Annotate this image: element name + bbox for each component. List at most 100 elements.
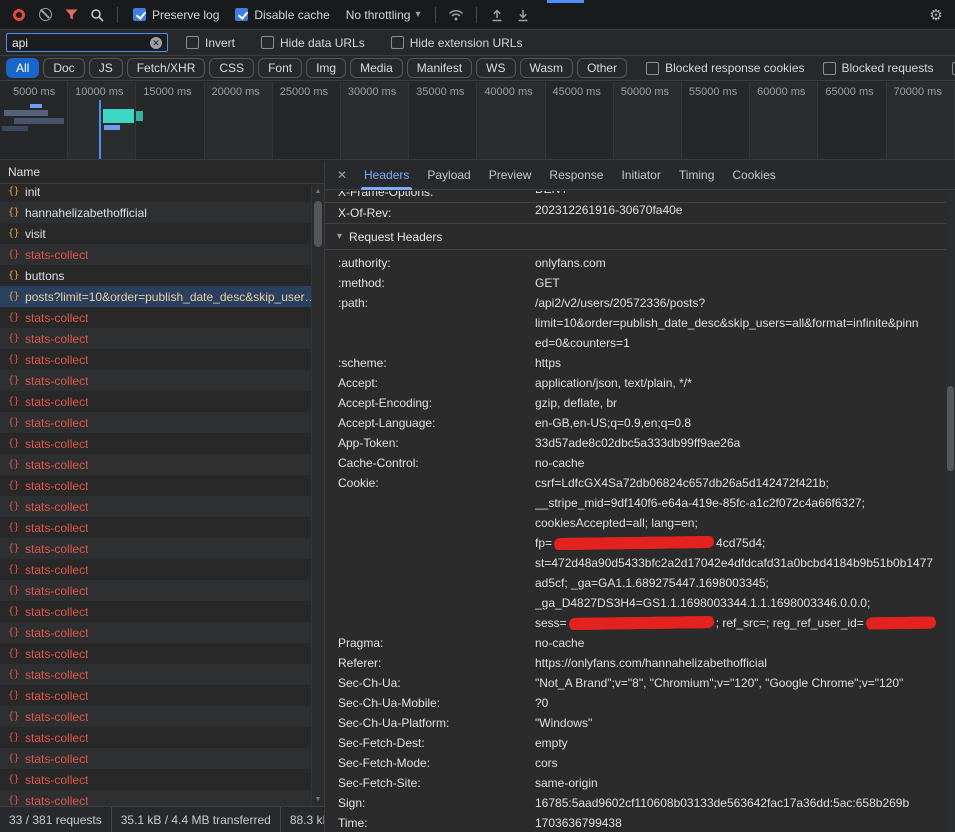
request-list-scrollbar[interactable]: ▲ ▼ (311, 185, 324, 806)
request-name: stats-collect (25, 500, 88, 514)
type-filter-wasm[interactable]: Wasm (520, 58, 574, 78)
type-filter-font[interactable]: Font (258, 58, 302, 78)
request-row[interactable]: {}stats-collect (0, 496, 311, 517)
tab-initiator[interactable]: Initiator (612, 161, 669, 190)
checkbox-unchecked-icon (646, 62, 659, 75)
header-name: X-Frame-Options: (325, 191, 535, 202)
request-row[interactable]: {}stats-collect (0, 433, 311, 454)
request-row[interactable]: {}stats-collect (0, 412, 311, 433)
header-value-line: cookiesAccepted=all; lang=en; (535, 513, 946, 533)
header-value-text: "Not_A Brand";v="8", "Chromium";v="120",… (535, 676, 903, 690)
request-row[interactable]: {}stats-collect (0, 769, 311, 790)
filter-checkbox-blocked-requests[interactable]: Blocked requests (823, 61, 934, 75)
details-scrollbar[interactable] (946, 191, 955, 832)
type-filter-img[interactable]: Img (306, 58, 346, 78)
timeline-column: 40000 ms (477, 82, 545, 159)
request-row[interactable]: {}stats-collect (0, 580, 311, 601)
request-row[interactable]: {}stats-collect (0, 643, 311, 664)
filter-toggle-button[interactable] (58, 3, 84, 27)
type-filter-js[interactable]: JS (89, 58, 123, 78)
type-filter-ws[interactable]: WS (476, 58, 515, 78)
search-button[interactable] (84, 3, 110, 27)
request-row[interactable]: {}hannahelizabethofficial (0, 202, 311, 223)
request-row[interactable]: {}stats-collect (0, 685, 311, 706)
request-name: stats-collect (25, 311, 88, 325)
filter-checkbox-blocked-response-cookies[interactable]: Blocked response cookies (646, 61, 804, 75)
tab-headers[interactable]: Headers (355, 161, 418, 190)
failed-request-icon: {} (8, 375, 19, 386)
clear-filter-icon[interactable]: ✕ (150, 37, 162, 49)
transferred-size: 35.1 kB / 4.4 MB transferred (112, 807, 281, 832)
request-row[interactable]: {}stats-collect (0, 370, 311, 391)
header-value-line: empty (535, 733, 946, 753)
tab-cookies[interactable]: Cookies (723, 161, 784, 190)
hide-data-urls-checkbox[interactable]: Hide data URLs (261, 36, 365, 50)
tab-timing[interactable]: Timing (670, 161, 724, 190)
request-name: stats-collect (25, 437, 88, 451)
clear-network-log-button[interactable] (32, 3, 58, 27)
request-headers-section-header[interactable]: ▾ Request Headers (325, 224, 946, 250)
request-name: stats-collect (25, 458, 88, 472)
name-column-header[interactable]: Name (0, 161, 324, 184)
checkbox-checked-icon (235, 8, 248, 21)
request-row[interactable]: {}stats-collect (0, 664, 311, 685)
request-row[interactable]: {}stats-collect (0, 475, 311, 496)
request-row[interactable]: {}visit (0, 223, 311, 244)
throttling-dropdown[interactable]: No throttling ▾ (346, 8, 421, 22)
request-row[interactable]: {}init (0, 185, 311, 202)
export-har-button[interactable] (510, 3, 536, 27)
type-filter-doc[interactable]: Doc (43, 58, 84, 78)
disable-cache-checkbox[interactable]: Disable cache (235, 8, 329, 22)
request-row[interactable]: {}stats-collect (0, 517, 311, 538)
filter-checkbox-3rd-party-requests[interactable]: 3rd-party requests (952, 61, 955, 75)
hide-extension-urls-checkbox[interactable]: Hide extension URLs (391, 36, 523, 50)
request-row[interactable]: {}stats-collect (0, 601, 311, 622)
header-value-text: "Windows" (535, 716, 592, 730)
type-filter-media[interactable]: Media (350, 58, 403, 78)
header-value-text: same-origin (535, 776, 598, 790)
type-filter-all[interactable]: All (6, 58, 39, 78)
request-row[interactable]: {}stats-collect (0, 244, 311, 265)
type-filter-fetch-xhr[interactable]: Fetch/XHR (127, 58, 206, 78)
scrollbar-thumb[interactable] (314, 201, 322, 247)
timeline-column: 45000 ms (546, 82, 614, 159)
gear-icon: ⚙ (929, 6, 942, 24)
close-details-icon[interactable]: ✕ (329, 168, 355, 182)
type-filter-manifest[interactable]: Manifest (407, 58, 472, 78)
record-network-log-button[interactable] (6, 3, 32, 27)
tab-response[interactable]: Response (540, 161, 612, 190)
request-row[interactable]: {}posts?limit=10&order=publish_date_desc… (0, 286, 311, 307)
request-row[interactable]: {}stats-collect (0, 727, 311, 748)
timeline-tick-label: 40000 ms (484, 86, 532, 98)
type-filter-other[interactable]: Other (577, 58, 627, 78)
network-filter-input[interactable]: api ✕ (6, 33, 168, 52)
import-har-button[interactable] (484, 3, 510, 27)
request-row[interactable]: {}stats-collect (0, 307, 311, 328)
type-filter-css[interactable]: CSS (209, 58, 254, 78)
header-value-text: ad5cf; _ga=GA1.1.689275447.1698003345; (535, 576, 769, 590)
tab-payload[interactable]: Payload (418, 161, 479, 190)
failed-request-icon: {} (8, 690, 19, 701)
request-row[interactable]: {}stats-collect (0, 538, 311, 559)
timeline-column: 15000 ms (136, 82, 204, 159)
scrollbar-thumb[interactable] (947, 386, 954, 471)
request-row[interactable]: {}stats-collect (0, 391, 311, 412)
request-row[interactable]: {}stats-collect (0, 706, 311, 727)
tab-preview[interactable]: Preview (480, 161, 541, 190)
scroll-down-icon[interactable]: ▼ (312, 796, 324, 803)
failed-request-icon: {} (8, 648, 19, 659)
request-row[interactable]: {}stats-collect (0, 559, 311, 580)
request-row[interactable]: {}stats-collect (0, 748, 311, 769)
preserve-log-checkbox[interactable]: Preserve log (133, 8, 219, 22)
request-row[interactable]: {}stats-collect (0, 790, 311, 806)
request-row[interactable]: {}stats-collect (0, 349, 311, 370)
request-row[interactable]: {}stats-collect (0, 328, 311, 349)
request-row[interactable]: {}buttons (0, 265, 311, 286)
invert-checkbox[interactable]: Invert (186, 36, 235, 50)
settings-button[interactable]: ⚙ (923, 3, 949, 27)
request-row[interactable]: {}stats-collect (0, 454, 311, 475)
network-conditions-button[interactable] (443, 3, 469, 27)
network-overview-timeline[interactable]: 5000 ms10000 ms15000 ms20000 ms25000 ms3… (0, 82, 955, 160)
scroll-up-icon[interactable]: ▲ (312, 188, 324, 195)
request-row[interactable]: {}stats-collect (0, 622, 311, 643)
